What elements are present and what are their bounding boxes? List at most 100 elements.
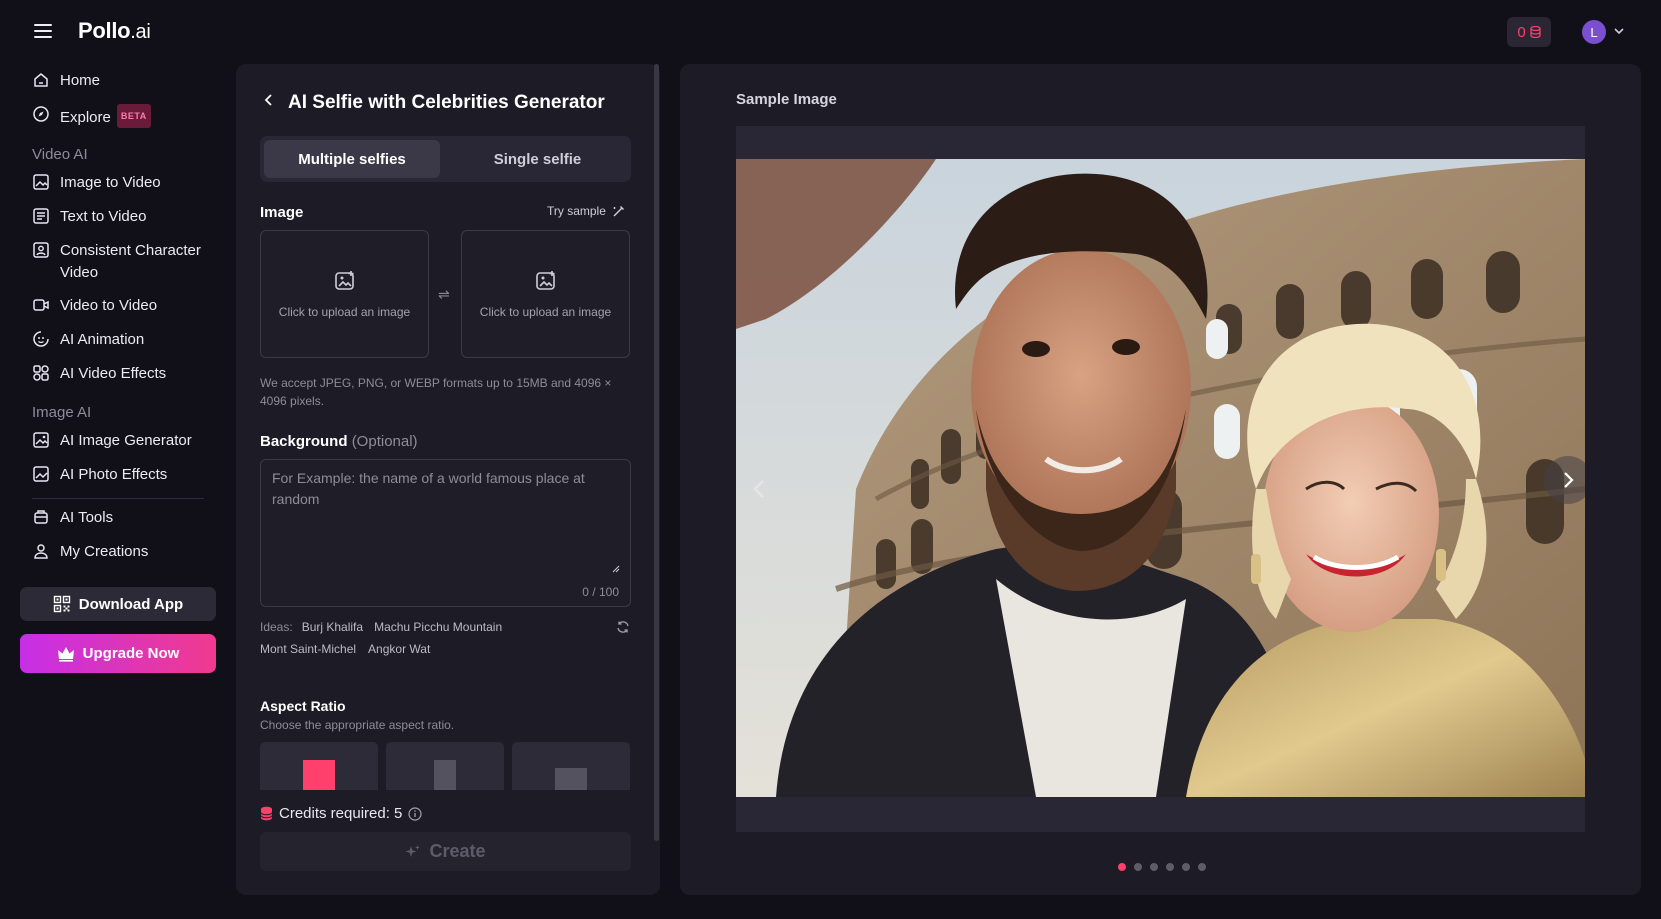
crown-icon — [57, 646, 74, 662]
sidebar-item-image-to-video[interactable]: Image to Video — [32, 172, 161, 194]
try-sample-link[interactable]: Try sample — [547, 204, 625, 218]
coins-icon — [260, 806, 273, 821]
menu-icon[interactable] — [34, 24, 52, 38]
aspect-ratio-option-landscape[interactable] — [512, 742, 630, 790]
sample-image — [736, 159, 1585, 797]
sidebar-item-ai-tools[interactable]: AI Tools — [32, 507, 113, 529]
credits-badge[interactable]: 0 — [1507, 17, 1551, 47]
background-label-text: Background — [260, 433, 348, 450]
sidebar-item-label: Home — [60, 72, 101, 89]
sidebar-item-explore[interactable]: Explore BETA — [32, 104, 151, 129]
idea-chip[interactable]: Mont Saint-Michel — [260, 642, 356, 656]
credits-required-label: Credits required: 5 — [279, 805, 403, 822]
sidebar: Home Explore BETA Video AI Image to Video… — [0, 64, 222, 919]
sidebar-item-label: Text to Video — [60, 208, 147, 225]
tab-multiple-selfies[interactable]: Multiple selfies — [264, 140, 440, 178]
home-icon — [34, 73, 48, 87]
carousel-dots — [1118, 863, 1206, 871]
next-image-button[interactable] — [1544, 456, 1585, 504]
compass-icon — [33, 106, 49, 122]
idea-chip[interactable]: Burj Khalifa — [302, 620, 363, 634]
ratio-shape — [555, 768, 587, 790]
beta-badge: BETA — [116, 104, 151, 128]
credits-required: Credits required: 5 — [260, 805, 423, 822]
sidebar-item-ai-image-generator[interactable]: AI Image Generator — [32, 430, 192, 452]
background-input-wrapper: 0 / 100 — [260, 459, 631, 607]
ratio-shape — [434, 760, 456, 790]
back-arrow-icon[interactable] — [262, 93, 276, 107]
carousel-dot[interactable] — [1118, 863, 1126, 871]
background-input[interactable] — [261, 460, 630, 570]
previous-image-icon[interactable] — [750, 477, 770, 501]
sidebar-item-video-to-video[interactable]: Video to Video — [32, 295, 157, 317]
resize-grip-icon[interactable] — [612, 565, 620, 573]
sidebar-item-label: Consistent Character Video — [60, 242, 201, 281]
aspect-ratio-label: Aspect Ratio — [260, 698, 346, 714]
sidebar-item-home[interactable]: Home — [32, 70, 100, 92]
add-image-icon — [535, 271, 555, 290]
ideas-list: Ideas: Burj Khalifa Machu Picchu Mountain … — [260, 616, 635, 660]
sample-image-frame — [736, 126, 1585, 832]
top-bar: Pollo.ai 0 L — [0, 0, 1661, 64]
carousel-dot[interactable] — [1182, 863, 1190, 871]
aspect-ratio-option-portrait[interactable] — [386, 742, 504, 790]
character-counter: 0 / 100 — [582, 585, 619, 599]
qr-code-icon — [53, 595, 70, 613]
upgrade-now-button[interactable]: Upgrade Now — [20, 634, 216, 673]
sidebar-item-ai-photo-effects[interactable]: AI Photo Effects — [32, 464, 167, 486]
tab-single-selfie[interactable]: Single selfie — [448, 140, 627, 178]
coins-icon — [1530, 26, 1541, 38]
animation-icon — [33, 331, 49, 347]
idea-chip[interactable]: Angkor Wat — [368, 642, 430, 656]
sidebar-item-my-creations[interactable]: My Creations — [32, 541, 148, 563]
character-video-icon — [33, 242, 49, 258]
idea-chip[interactable]: Machu Picchu Mountain — [374, 620, 502, 634]
carousel-dot[interactable] — [1150, 863, 1158, 871]
sidebar-item-label: AI Animation — [60, 331, 145, 348]
create-label: Create — [429, 841, 486, 861]
download-app-label: Download App — [78, 595, 184, 613]
preview-panel: Sample Image — [680, 64, 1641, 895]
sidebar-item-ai-animation[interactable]: AI Animation — [32, 329, 144, 351]
download-app-button[interactable]: Download App — [20, 587, 216, 621]
chevron-down-icon[interactable] — [1612, 24, 1626, 38]
sample-photo-illustration — [736, 159, 1585, 797]
image-label: Image — [260, 204, 304, 221]
avatar[interactable]: L — [1582, 20, 1606, 44]
logo[interactable]: Pollo.ai — [78, 18, 151, 44]
image-generator-icon — [33, 432, 49, 448]
sidebar-item-label: AI Image Generator — [60, 432, 192, 449]
image-video-icon — [33, 174, 49, 190]
refresh-icon[interactable] — [616, 620, 630, 634]
carousel-dot[interactable] — [1166, 863, 1174, 871]
upload-image-box-2[interactable]: Click to upload an image — [461, 230, 630, 358]
sidebar-item-label: Video to Video — [60, 297, 158, 314]
carousel-dot[interactable] — [1134, 863, 1142, 871]
info-icon[interactable] — [408, 806, 423, 821]
magic-wand-icon — [613, 205, 624, 216]
sample-image-label: Sample Image — [736, 91, 837, 108]
sidebar-item-ai-video-effects[interactable]: AI Video Effects — [32, 363, 166, 385]
effects-icon — [33, 365, 49, 381]
section-label-image: Image AI — [32, 404, 92, 421]
aspect-ratio-option-square[interactable] — [260, 742, 378, 790]
avatar-initial: L — [1590, 24, 1598, 40]
sidebar-item-label: Explore — [60, 109, 111, 126]
sidebar-item-label: AI Photo Effects — [60, 466, 168, 483]
sidebar-item-text-to-video[interactable]: Text to Video — [32, 206, 146, 228]
credits-count: 0 — [1517, 23, 1526, 41]
carousel-dot[interactable] — [1198, 863, 1206, 871]
photo-effects-icon — [33, 466, 49, 482]
sidebar-item-label: AI Tools — [60, 509, 114, 526]
sidebar-item-label: AI Video Effects — [60, 365, 167, 382]
create-button[interactable]: Create — [260, 832, 631, 871]
sidebar-item-consistent-character[interactable]: Consistent Character Video — [32, 240, 212, 284]
upload-image-box-1[interactable]: Click to upload an image — [260, 230, 429, 358]
background-label: Background (Optional) — [260, 433, 418, 450]
ideas-label: Ideas: — [260, 620, 293, 634]
video-video-icon — [33, 299, 49, 311]
swap-icon[interactable]: ⇌ — [438, 286, 450, 303]
panel-scrollbar[interactable] — [654, 64, 659, 841]
selfie-mode-tabs: Multiple selfies Single selfie — [260, 136, 631, 182]
upload-format-hint: We accept JPEG, PNG, or WEBP formats up … — [260, 376, 612, 408]
